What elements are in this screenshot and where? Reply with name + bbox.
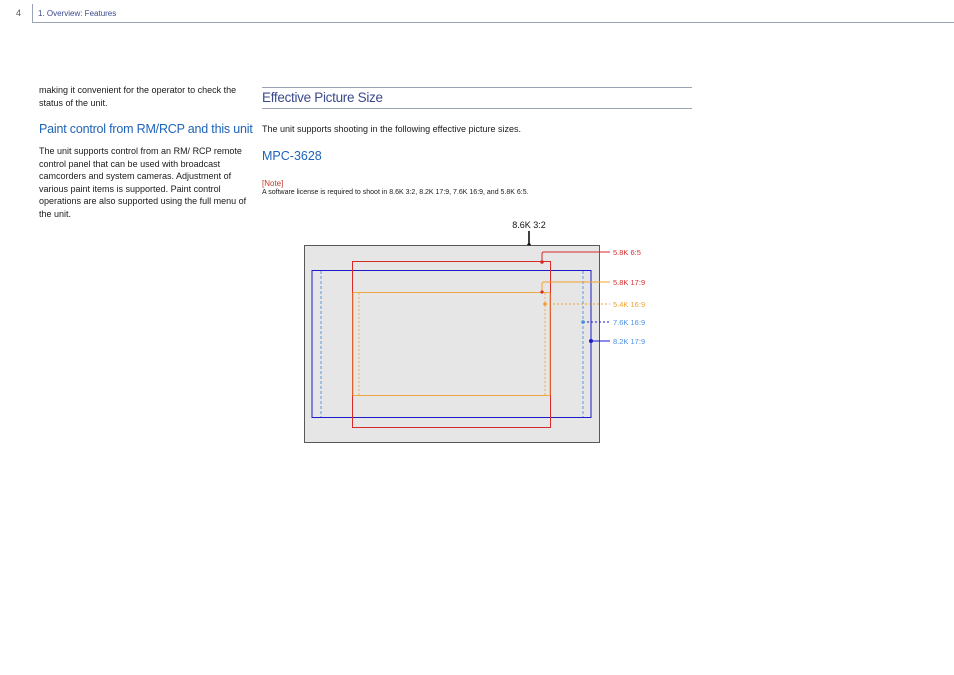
model-heading: MPC-3628 — [262, 149, 322, 163]
section-rule-bottom — [262, 108, 692, 109]
label-8-2k-17-9: 8.2K 17:9 — [613, 337, 645, 346]
left-column-continued: making it convenient for the operator to… — [39, 84, 251, 109]
dot-5-4k-16-9 — [543, 302, 547, 306]
frame-8-6k-3-2 — [304, 245, 600, 443]
label-5-4k-16-9: 5.4K 16:9 — [613, 300, 645, 309]
section-intro: The unit supports shooting in the follow… — [262, 124, 521, 134]
dot-7-6k-16-9 — [581, 320, 585, 324]
dot-8-2k-17-9 — [589, 339, 593, 343]
label-8-6k-3-2: 8.6K 3:2 — [512, 220, 546, 230]
page-number: 4 — [16, 8, 22, 18]
label-5-8k-17-9: 5.8K 17:9 — [613, 278, 645, 287]
left-column-body: The unit supports control from an RM/ RC… — [39, 145, 251, 221]
note-text: A software license is required to shoot … — [262, 189, 529, 196]
paint-control-heading: Paint control from RM/RCP and this unit — [39, 122, 253, 136]
header-rule — [32, 22, 954, 23]
continued-paragraph: making it convenient for the operator to… — [39, 85, 237, 108]
section-title: Effective Picture Size — [262, 90, 383, 105]
label-7-6k-16-9: 7.6K 16:9 — [613, 318, 645, 327]
note-label: [Note] — [262, 179, 284, 188]
picture-size-diagram: 8.6K 3:2 5.8K 6:5 5.8K 17:9 5.4K 16:9 7.… — [304, 220, 645, 443]
paint-control-paragraph: The unit supports control from an RM/ RC… — [39, 146, 247, 219]
header-divider — [32, 4, 33, 22]
label-5-8k-6-5: 5.8K 6:5 — [613, 248, 641, 257]
section-rule-top — [262, 87, 692, 88]
dot-5-8k-17-9 — [540, 290, 544, 294]
breadcrumb[interactable]: 1. Overview: Features — [38, 9, 116, 18]
dot-5-8k-6-5 — [540, 260, 544, 264]
